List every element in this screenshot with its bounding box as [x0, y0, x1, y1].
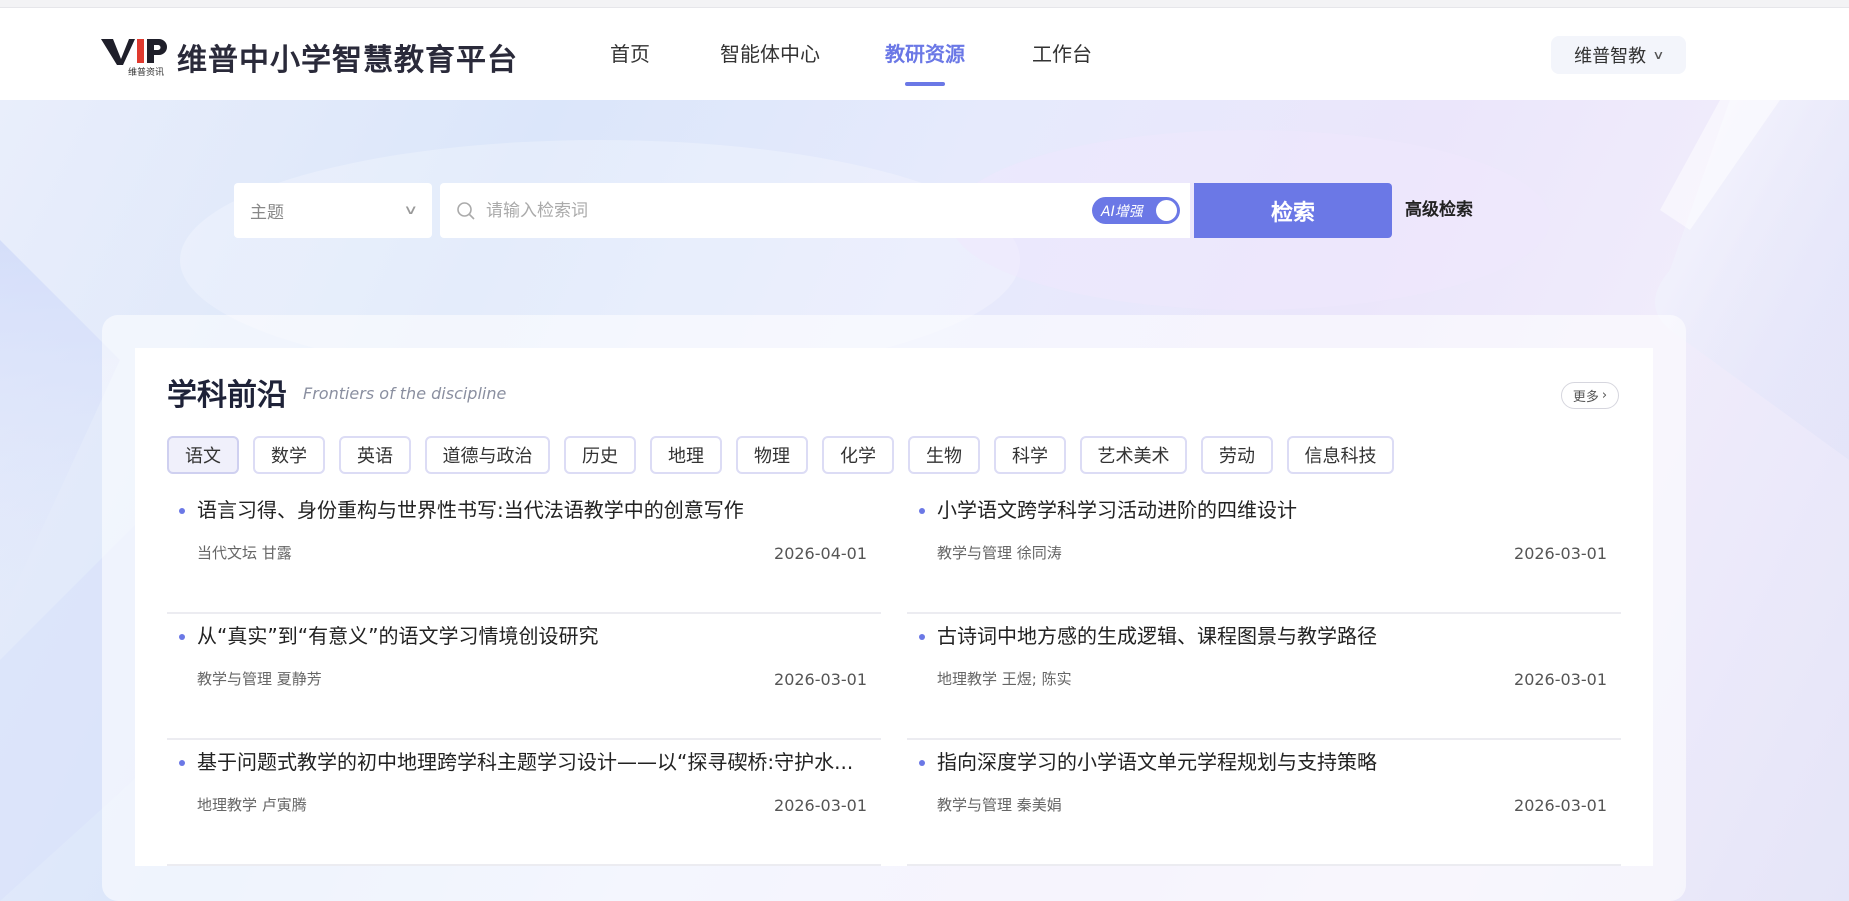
article-date: 2026-03-01: [1514, 796, 1607, 815]
section-subtitle: Frontiers of the discipline: [303, 384, 507, 403]
search-field-select[interactable]: 主题 ∨: [234, 183, 432, 238]
bullet-dot: [179, 634, 185, 640]
bullet-dot: [919, 634, 925, 640]
search-input-wrapper: AI增强: [440, 183, 1190, 238]
article-title[interactable]: 基于问题式教学的初中地理跨学科主题学习设计——以“探寻碶桥:守护水...: [197, 746, 853, 775]
vip-logo-icon: 维普资讯: [101, 35, 171, 79]
search-icon: [457, 201, 475, 220]
nav-workbench[interactable]: 工作台: [1032, 8, 1092, 100]
list-item[interactable]: 语言习得、身份重构与世界性书写:当代法语教学中的创意写作 当代文坛 甘露 202…: [167, 486, 881, 614]
search-button[interactable]: 检索: [1194, 183, 1392, 238]
article-date: 2026-03-01: [774, 670, 867, 689]
ai-toggle-label: AI增强: [1101, 203, 1143, 220]
more-label: 更多: [1572, 390, 1599, 405]
list-item[interactable]: 指向深度学习的小学语文单元学程规划与支持策略 教学与管理 秦美娟 2026-03…: [907, 738, 1621, 866]
discipline-frontier-section: 学科前沿 Frontiers of the discipline 更多 › 语文…: [135, 348, 1653, 866]
tab-biology[interactable]: 生物: [908, 436, 980, 474]
list-item[interactable]: 小学语文跨学科学习活动进阶的四维设计 教学与管理 徐同涛 2026-03-01: [907, 486, 1621, 614]
article-date: 2026-03-01: [774, 796, 867, 815]
article-title[interactable]: 指向深度学习的小学语文单元学程规划与支持策略: [937, 746, 1377, 775]
article-date: 2026-03-01: [1514, 670, 1607, 689]
section-title: 学科前沿: [167, 378, 287, 413]
search-input[interactable]: [484, 199, 1174, 222]
site-title: 维普中小学智慧教育平台: [177, 43, 518, 78]
list-item[interactable]: 从“真实”到“有意义”的语文学习情境创设研究 教学与管理 夏静芳 2026-03…: [167, 612, 881, 740]
header: 维普资讯 维普中小学智慧教育平台 首页 智能体中心 教研资源 工作台 维普智教 …: [0, 8, 1849, 100]
tab-physics[interactable]: 物理: [736, 436, 808, 474]
chevron-down-icon: ∨: [1652, 48, 1665, 62]
tab-math[interactable]: 数学: [253, 436, 325, 474]
tab-chinese[interactable]: 语文: [167, 436, 239, 474]
article-title[interactable]: 从“真实”到“有意义”的语文学习情境创设研究: [197, 620, 598, 649]
article-meta: 地理教学 卢寅腾: [197, 796, 307, 814]
chevron-right-icon: ›: [1601, 388, 1608, 403]
article-date: 2026-03-01: [1514, 544, 1607, 563]
chevron-down-icon: ∨: [403, 203, 419, 218]
nav-home[interactable]: 首页: [610, 8, 650, 100]
tab-science[interactable]: 科学: [994, 436, 1066, 474]
tab-chemistry[interactable]: 化学: [822, 436, 894, 474]
advanced-search-link[interactable]: 高级检索: [1405, 183, 1473, 238]
article-date: 2026-04-01: [774, 544, 867, 563]
more-button[interactable]: 更多 ›: [1561, 382, 1619, 409]
user-menu-label: 维普智教: [1574, 46, 1647, 67]
tab-art[interactable]: 艺术美术: [1080, 436, 1187, 474]
logo[interactable]: 维普资讯 维普中小学智慧教育平台: [101, 35, 518, 79]
article-title[interactable]: 语言习得、身份重构与世界性书写:当代法语教学中的创意写作: [197, 494, 744, 523]
article-meta: 教学与管理 秦美娟: [937, 796, 1062, 814]
tab-history[interactable]: 历史: [564, 436, 636, 474]
ai-enhance-toggle[interactable]: AI增强: [1092, 197, 1180, 224]
search-field-value: 主题: [250, 203, 284, 223]
toggle-knob: [1156, 200, 1177, 221]
list-item[interactable]: 古诗词中地方感的生成逻辑、课程图景与教学路径 地理教学 王煜; 陈实 2026-…: [907, 612, 1621, 740]
active-nav-indicator: [905, 82, 945, 86]
user-menu-button[interactable]: 维普智教 ∨: [1551, 36, 1686, 74]
tab-geography[interactable]: 地理: [650, 436, 722, 474]
bullet-dot: [179, 760, 185, 766]
article-meta: 教学与管理 徐同涛: [937, 544, 1062, 562]
tab-english[interactable]: 英语: [339, 436, 411, 474]
top-border: [0, 0, 1849, 8]
bullet-dot: [919, 508, 925, 514]
tab-labor[interactable]: 劳动: [1201, 436, 1273, 474]
bullet-dot: [179, 508, 185, 514]
list-item[interactable]: 基于问题式教学的初中地理跨学科主题学习设计——以“探寻碶桥:守护水... 地理教…: [167, 738, 881, 866]
nav-research-resources-label: 教研资源: [885, 42, 965, 66]
article-title[interactable]: 小学语文跨学科学习活动进阶的四维设计: [937, 494, 1297, 523]
nav-research-resources[interactable]: 教研资源: [885, 8, 965, 100]
article-meta: 地理教学 王煜; 陈实: [937, 670, 1072, 688]
tab-morality-politics[interactable]: 道德与政治: [425, 436, 550, 474]
article-title[interactable]: 古诗词中地方感的生成逻辑、课程图景与教学路径: [937, 620, 1377, 649]
tab-info-tech[interactable]: 信息科技: [1287, 436, 1394, 474]
bullet-dot: [919, 760, 925, 766]
nav-agent-center[interactable]: 智能体中心: [720, 8, 820, 100]
article-meta: 当代文坛 甘露: [197, 544, 292, 562]
logo-subtext: 维普资讯: [128, 68, 165, 78]
article-meta: 教学与管理 夏静芳: [197, 670, 322, 688]
